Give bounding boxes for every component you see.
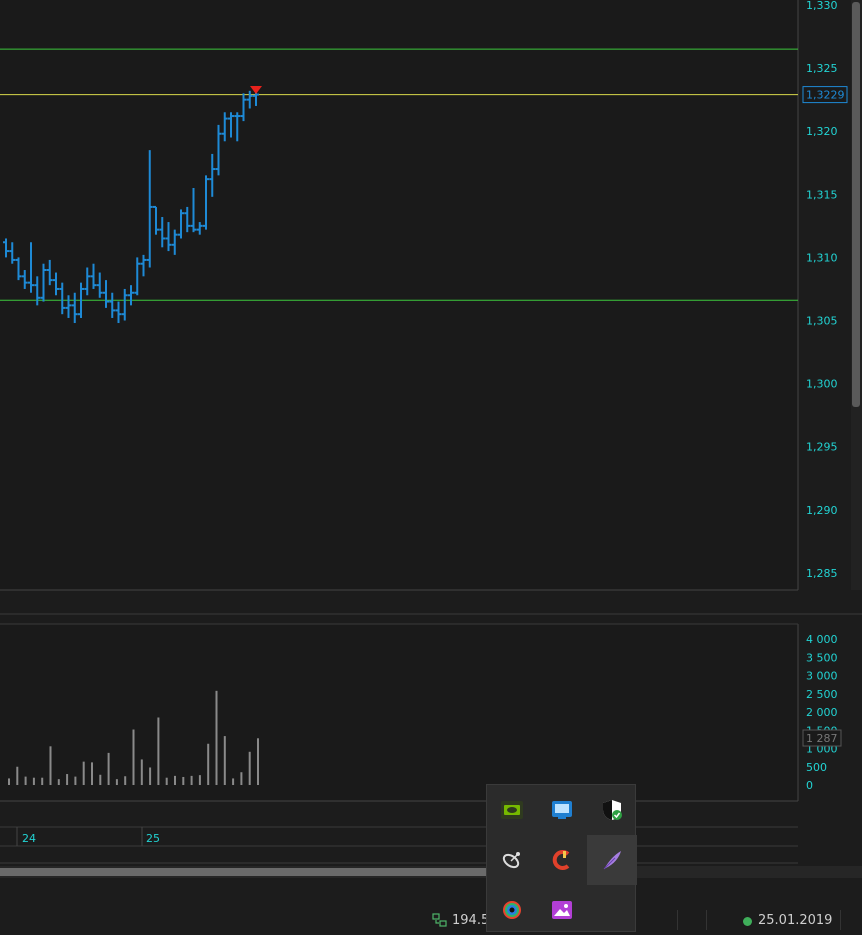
volume-tick-label: 500 [806, 761, 827, 774]
volume-tick-label: 3 500 [806, 651, 838, 664]
tray-icon-satellite[interactable] [487, 835, 537, 885]
x-axis-label: 24 [22, 832, 36, 845]
status-dot [743, 917, 752, 926]
image-viewer-icon [552, 901, 572, 919]
price-tick-label: 1,310 [806, 251, 838, 264]
status-divider [840, 910, 841, 930]
status-divider [677, 910, 678, 930]
price-tick-label: 1,285 [806, 567, 838, 580]
price-tick-label: 1,305 [806, 315, 838, 328]
windows-security-icon [603, 800, 622, 820]
status-bar: 194.5 25.01.2019 [0, 906, 862, 933]
price-tick-label: 1,330 [806, 0, 838, 12]
intel-graphics-icon [552, 801, 572, 819]
price-tick-label: 1,300 [806, 378, 838, 391]
nvidia-icon [501, 801, 523, 819]
tray-icon-intel[interactable] [537, 785, 587, 835]
tray-icon-ccleaner[interactable] [537, 835, 587, 885]
tray-icon-images[interactable] [537, 885, 587, 935]
status-divider [706, 910, 707, 930]
volume-tick-label: 4 000 [806, 633, 838, 646]
tray-icon-ring[interactable] [487, 885, 537, 935]
horizontal-scrollbar-thumb[interactable] [0, 868, 486, 876]
current-volume-label: 1 287 [806, 732, 838, 745]
price-tick-label: 1,290 [806, 504, 838, 517]
network-connection-icon[interactable] [432, 912, 448, 928]
status-date: 25.01.2019 [758, 913, 833, 928]
colorful-ring-icon [503, 901, 521, 919]
ccleaner-icon [552, 850, 570, 870]
current-price-label: 1,3229 [806, 89, 845, 102]
connection-value: 194.5 [452, 913, 490, 928]
price-scrollbar-thumb[interactable] [852, 2, 860, 407]
price-panel[interactable] [0, 0, 798, 590]
volume-tick-label: 0 [806, 779, 813, 792]
tray-icon-security[interactable] [587, 785, 637, 835]
tray-icon-feather[interactable] [587, 835, 637, 885]
price-tick-label: 1,315 [806, 188, 838, 201]
volume-panel[interactable] [0, 624, 798, 801]
satellite-dish-icon [502, 852, 520, 869]
x-axis-label: 25 [146, 832, 160, 845]
chart-canvas: 1,330 1,325 1,320 1,315 1,310 1,305 1,300 1,295… [0, 0, 862, 878]
volume-tick-label: 2 000 [806, 706, 838, 719]
feather-pen-icon [603, 851, 621, 870]
price-tick-label: 1,320 [806, 125, 838, 138]
tray-icon-nvidia[interactable] [487, 785, 537, 835]
volume-tick-label: 2 500 [806, 688, 838, 701]
price-tick-label: 1,325 [806, 62, 838, 75]
price-tick-label: 1,295 [806, 441, 838, 454]
volume-tick-label: 3 000 [806, 670, 838, 683]
system-tray-overflow [486, 784, 637, 935]
